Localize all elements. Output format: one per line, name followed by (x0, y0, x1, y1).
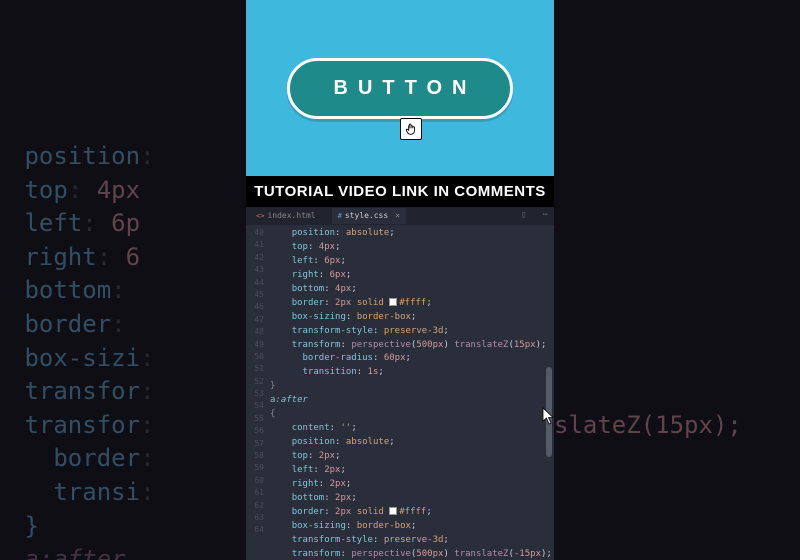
demo-button[interactable]: BUTTON (287, 58, 514, 119)
hand-cursor-icon (400, 118, 422, 140)
more-icon[interactable]: ⋯ (543, 209, 554, 222)
inner-tab-html-label: index.html (267, 210, 315, 222)
bg-code-left: position: top: 4px left: 6p right: 6 bot… (0, 0, 246, 560)
line-gutter: 4041424344454647484950515253545556575859… (246, 225, 270, 560)
inner-editor-tabs: <> index.html # style.css × ▯ ⋯ (246, 207, 554, 225)
caption-bar: TUTORIAL VIDEO LINK IN COMMENTS (246, 176, 554, 207)
inner-tab-html[interactable]: <> index.html (250, 208, 322, 224)
split-panel-icon[interactable]: ▯ (521, 209, 532, 222)
css-file-icon: # (338, 211, 342, 221)
code-content[interactable]: position: absolute; top: 4px; left: 6px;… (270, 225, 554, 560)
bg-code-right: slateZ(15px); (554, 0, 800, 560)
vertical-scrollbar[interactable] (546, 367, 552, 457)
inner-editor: <> index.html # style.css × ▯ ⋯ 40414243… (246, 207, 554, 560)
demo-panel: BUTTON (246, 0, 554, 176)
inner-tab-css-label: style.css (345, 210, 388, 222)
close-icon[interactable]: × (395, 210, 400, 222)
code-area[interactable]: 4041424344454647484950515253545556575859… (246, 225, 554, 560)
html-file-icon: <> (256, 211, 264, 221)
short-video-column: BUTTON TUTORIAL VIDEO LINK IN COMMENTS <… (246, 0, 554, 560)
inner-tab-css[interactable]: # style.css × (332, 208, 406, 224)
